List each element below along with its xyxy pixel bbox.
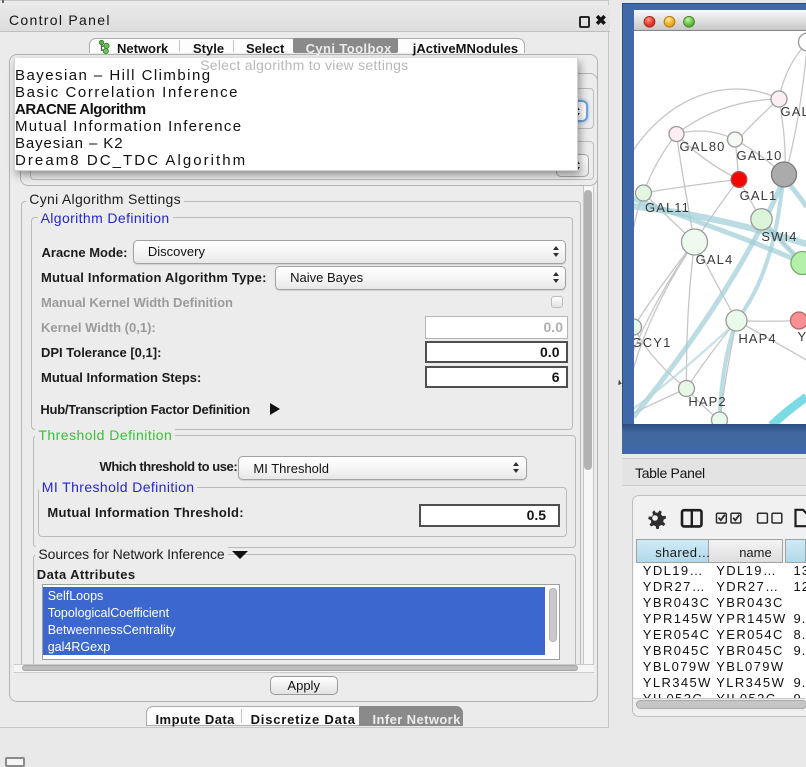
svg-text:GAL1: GAL1	[739, 188, 777, 203]
svg-text:YM: YM	[797, 329, 806, 344]
svg-text:GAL10: GAL10	[736, 148, 782, 163]
svg-text:GAL80: GAL80	[679, 139, 725, 154]
svg-text:SWI4: SWI4	[761, 229, 797, 244]
svg-text:GAL4: GAL4	[695, 252, 733, 267]
svg-text:GAL11: GAL11	[644, 200, 689, 215]
svg-text:HAP2: HAP2	[688, 394, 726, 409]
svg-text:GAL7: GAL7	[780, 104, 806, 119]
svg-text:HAP4: HAP4	[738, 331, 776, 346]
svg-text:GCY1: GCY1	[634, 335, 671, 350]
